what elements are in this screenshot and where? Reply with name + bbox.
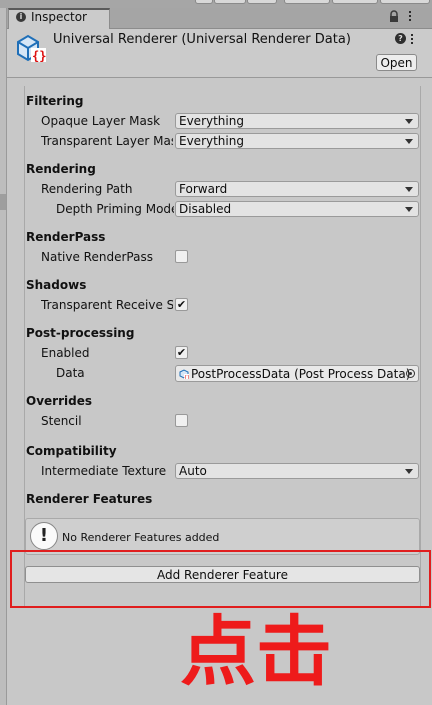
native-renderpass-checkbox[interactable] <box>175 250 188 263</box>
stencil-checkbox[interactable] <box>175 414 188 427</box>
intermediate-texture-dropdown[interactable]: Auto <box>175 463 419 479</box>
section-filtering: Filtering <box>26 94 84 108</box>
open-button[interactable]: Open <box>376 54 417 71</box>
section-renderpass: RenderPass <box>26 230 106 244</box>
no-features-message: No Renderer Features added <box>62 531 220 544</box>
transparent-layer-mask-dropdown[interactable]: Everything <box>175 133 419 149</box>
kebab-icon[interactable] <box>409 11 412 23</box>
left-panel-splitter[interactable] <box>0 194 6 210</box>
toolbar-button[interactable] <box>284 0 330 4</box>
asset-icon: {} <box>17 34 46 63</box>
dropdown-value: Everything <box>179 134 244 148</box>
post-process-data-field[interactable]: {} PostProcessData (Post Process Data) <box>175 365 419 382</box>
dropdown-arrow-icon <box>405 139 413 144</box>
transparent-receive-shadows-checkbox[interactable]: ✔ <box>175 298 188 311</box>
section-post-processing: Post-processing <box>26 326 135 340</box>
info-icon: i <box>16 12 26 22</box>
opaque-layer-mask-dropdown[interactable]: Everything <box>175 113 419 129</box>
opaque-layer-mask-label: Opaque Layer Mask <box>41 114 161 128</box>
dropdown-arrow-icon <box>405 207 413 212</box>
toolbar-button[interactable] <box>332 0 378 4</box>
toolbar-button[interactable] <box>380 0 430 4</box>
kebab-icon[interactable] <box>411 34 414 46</box>
section-rendering: Rendering <box>26 162 96 176</box>
dropdown-arrow-icon <box>405 469 413 474</box>
rendering-path-dropdown[interactable]: Forward <box>175 181 419 197</box>
dropdown-value: Auto <box>179 464 207 478</box>
warning-icon: ! <box>30 522 58 550</box>
click-annotation: 点击 <box>180 607 332 696</box>
object-picker-icon[interactable] <box>406 369 415 378</box>
tab-label: Inspector <box>31 10 87 24</box>
section-shadows: Shadows <box>26 278 87 292</box>
toolbar-button[interactable] <box>247 0 277 4</box>
dropdown-value: Forward <box>179 182 228 196</box>
transparent-receive-shadows-label: Transparent Receive Shadows <box>41 298 173 312</box>
dropdown-value: Everything <box>179 114 244 128</box>
post-processing-enabled-label: Enabled <box>41 346 90 360</box>
depth-priming-mode-dropdown[interactable]: Disabled <box>175 201 419 217</box>
intermediate-texture-label: Intermediate Texture <box>41 464 167 478</box>
object-field-value: PostProcessData (Post Process Data) <box>191 367 411 381</box>
highlight-box <box>10 550 431 608</box>
rendering-path-label: Rendering Path <box>41 182 133 196</box>
post-processing-data-label: Data <box>56 366 85 380</box>
transparent-layer-mask-label: Transparent Layer Mask <box>41 134 173 148</box>
dropdown-arrow-icon <box>405 119 413 124</box>
section-compatibility: Compatibility <box>26 444 117 458</box>
panel-border <box>420 86 421 606</box>
post-processing-enabled-checkbox[interactable]: ✔ <box>175 346 188 359</box>
svg-text:{}: {} <box>184 375 189 379</box>
help-icon[interactable]: ? <box>395 33 406 44</box>
left-panel-edge <box>0 8 7 705</box>
dropdown-arrow-icon <box>405 187 413 192</box>
stencil-label: Stencil <box>41 414 82 428</box>
asset-title: Universal Renderer (Universal Renderer D… <box>53 32 351 47</box>
check-icon: ✔ <box>176 346 187 359</box>
native-renderpass-label: Native RenderPass <box>41 250 153 264</box>
depth-priming-mode-label: Depth Priming Mode <box>56 202 174 216</box>
svg-text:{}: {} <box>32 49 46 63</box>
dropdown-value: Disabled <box>179 202 232 216</box>
section-renderer-features: Renderer Features <box>26 492 153 506</box>
object-icon: {} <box>179 369 189 379</box>
lock-icon[interactable] <box>388 10 400 24</box>
toolbar-button[interactable] <box>195 0 213 4</box>
check-icon: ✔ <box>176 298 187 311</box>
toolbar-button[interactable] <box>214 0 246 4</box>
section-overrides: Overrides <box>26 394 92 408</box>
